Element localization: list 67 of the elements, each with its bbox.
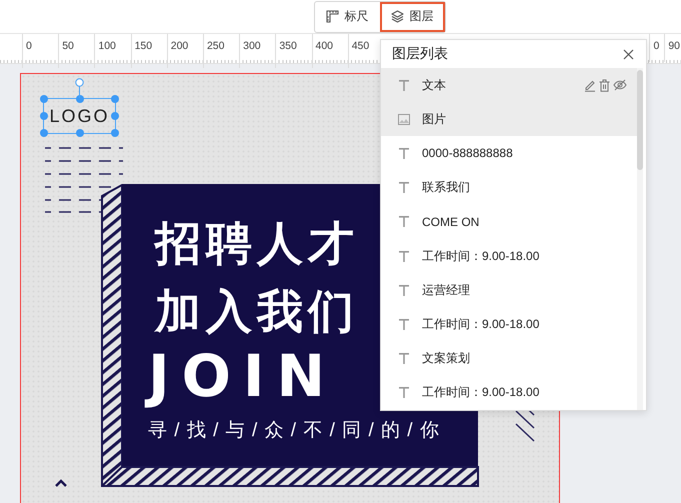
text-type-icon	[399, 250, 409, 262]
text-type-icon	[399, 148, 409, 159]
resize-handle[interactable]	[40, 95, 48, 103]
ruler-label: 200	[166, 34, 203, 68]
layer-item[interactable]: 图片	[381, 102, 637, 136]
layers-button[interactable]: 图层	[380, 2, 444, 32]
layer-item[interactable]: COME ON	[381, 204, 637, 239]
headline-text: 加入我们	[155, 288, 359, 334]
rotate-handle[interactable]	[75, 78, 84, 98]
text-type-icon	[399, 353, 409, 364]
image-icon	[398, 114, 410, 125]
selection-frame[interactable]: LOGO	[43, 98, 116, 134]
text-type-icon	[399, 387, 409, 398]
ruler-label: 0	[22, 34, 58, 68]
resize-handle[interactable]	[111, 95, 119, 103]
ruler-label: 50	[58, 34, 94, 68]
layer-item[interactable]: 文本	[381, 68, 637, 102]
headline-text: 招聘人才	[155, 220, 359, 266]
ruler-label: 350	[275, 34, 312, 68]
close-icon[interactable]	[623, 48, 634, 60]
panel-title: 图层列表	[392, 45, 448, 63]
eye-slash-icon[interactable]	[613, 79, 627, 92]
text-type-icon	[399, 80, 409, 91]
resize-handle[interactable]	[76, 95, 84, 103]
layer-name: 工作时间：9.00-18.00	[422, 316, 540, 333]
layer-name: 运营经理	[422, 282, 471, 299]
layers-icon	[390, 10, 404, 24]
layer-item[interactable]: 联系我们	[381, 170, 637, 205]
resize-handle[interactable]	[76, 129, 84, 137]
logo-text[interactable]: LOGO	[49, 107, 110, 125]
ruler-label: 400	[312, 34, 348, 68]
layer-name: 联系我们	[422, 179, 471, 196]
resize-handle[interactable]	[40, 112, 48, 120]
layer-name: 文本	[422, 76, 447, 94]
ruler-icon	[326, 10, 338, 24]
resize-handle[interactable]	[111, 112, 119, 120]
layer-item[interactable]: 运营经理	[381, 273, 637, 308]
layer-item[interactable]: 文案策划	[381, 342, 637, 376]
layer-item[interactable]: 0000-888888888	[381, 136, 637, 171]
pencil-icon[interactable]	[584, 78, 596, 92]
chevron-icon	[55, 479, 67, 487]
ruler-label: 0	[649, 34, 660, 62]
layer-name: 工作时间：9.00-18.00	[422, 384, 540, 402]
trash-icon[interactable]	[599, 78, 610, 92]
layer-item[interactable]: 工作时间：9.00-18.00	[381, 307, 637, 342]
resize-handle[interactable]	[40, 129, 48, 137]
layer-name: 0000-888888888	[422, 146, 514, 160]
ruler-label: 150	[130, 34, 167, 68]
scrollbar-thumb[interactable]	[637, 70, 643, 170]
layer-name: 工作时间：9.00-18.00	[422, 248, 540, 265]
ruler-label: 90	[664, 34, 681, 62]
layer-name: 文案策划	[422, 350, 471, 368]
ruler-label: 300	[239, 34, 276, 68]
resize-handle[interactable]	[111, 129, 119, 137]
layer-name: 图片	[422, 110, 447, 128]
text-type-icon	[399, 284, 409, 296]
text-type-icon	[399, 216, 409, 228]
layer-name: COME ON	[422, 214, 480, 229]
text-type-icon	[399, 318, 409, 330]
ruler-label: 100	[94, 34, 131, 68]
layer-item[interactable]: 工作时间：9.00-18.00	[381, 238, 637, 274]
ruler-button[interactable]: 标尺	[314, 2, 380, 32]
ruler-label: 250	[202, 34, 240, 68]
scrollbar-track[interactable]	[637, 68, 643, 410]
tagline-text: 寻 / 找 / 与 / 众 / 不 / 同 / 的 / 你	[148, 419, 440, 443]
text-type-icon	[399, 182, 409, 194]
layer-item[interactable]: 工作时间：9.00-18.00	[381, 376, 637, 410]
